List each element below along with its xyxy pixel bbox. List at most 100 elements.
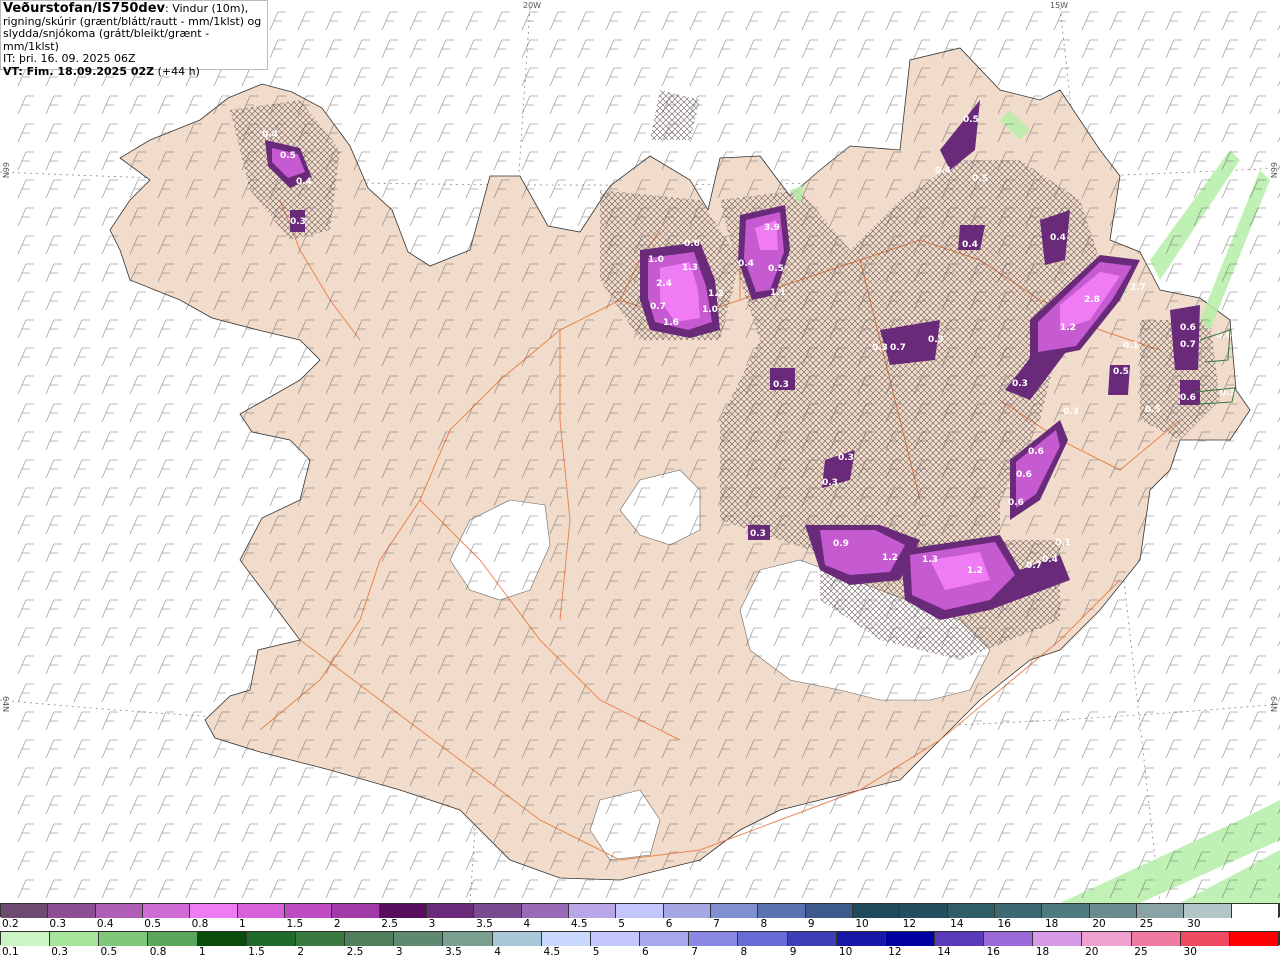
- colorbar-tick-label: 10: [838, 946, 853, 958]
- colorbar-tick-label: 1: [239, 918, 246, 930]
- weather-map: 0.4 0.5 0.4 0.3 1.0 0.6 1.3 2.4 1.2 0.7 1.0 1.6 3.9 0…: [0, 0, 1280, 903]
- precip-value-label: 0.9: [833, 539, 849, 549]
- colorbar-cell: [345, 932, 395, 946]
- precip-value-label: 0.6: [1180, 393, 1196, 403]
- colorbar-tick-label: 18: [1035, 946, 1050, 958]
- colorbar-tick-label: 5: [592, 946, 600, 958]
- precip-value-label: 0.6: [684, 239, 700, 249]
- colorbar-tick-label: 4: [494, 946, 501, 958]
- colorbar-cell: [148, 932, 198, 946]
- colorbar-cell: [99, 932, 149, 946]
- colorbar-cell: [95, 904, 143, 918]
- precip-value-label: 1.3: [922, 555, 938, 565]
- colorbar-tick-label: 20: [1092, 918, 1106, 930]
- precip-value-label: 0.4: [962, 240, 978, 250]
- colorbar-tick-label: 3.5: [445, 946, 462, 958]
- colorbar-tick-label: 0.1: [2, 946, 19, 958]
- lat-label-64n-left: 64N: [1, 696, 10, 713]
- precip-value-label: 0.6: [1016, 470, 1032, 480]
- precip-value-label: 1.6: [663, 318, 679, 328]
- colorbar-tick-label: 8: [740, 946, 748, 958]
- precip-value-label: 2.8: [1084, 295, 1100, 305]
- colorbar-cell: [246, 932, 296, 946]
- precip-value-label: 2.4: [656, 279, 672, 289]
- precip-value-label: 0.3: [838, 453, 854, 463]
- precip-value-label: 1.2: [882, 553, 898, 563]
- rain-colorbar: [0, 931, 1280, 946]
- precip-value-label: 0.7: [890, 343, 906, 353]
- precip-value-label: 0.3: [773, 380, 789, 390]
- colorbar-cell: [900, 904, 948, 918]
- title-line-1: Veðurstofan/IS750dev: Vindur (10m),: [3, 1, 265, 16]
- colorbar-tick-label: 6: [665, 918, 673, 930]
- lat-label-64n-right: 64N: [1269, 696, 1278, 713]
- snow-colorbar: [0, 903, 1280, 918]
- precip-value-label: 0.3: [928, 335, 944, 345]
- lead-time: (+44 h): [154, 64, 200, 78]
- precip-value-label: 0.1: [1055, 538, 1071, 548]
- colorbar-cell: [1136, 904, 1185, 918]
- colorbar-tick-label: 1: [198, 946, 206, 958]
- colorbar-tick-label: 2: [297, 946, 305, 958]
- colorbar-cell: [521, 904, 569, 918]
- precip-value-label: 0.7: [1180, 340, 1196, 350]
- colorbar-tick-label: 1.5: [248, 946, 265, 958]
- colorbar-tick-label: 25: [1134, 946, 1148, 958]
- colorbar-tick-label: 7: [713, 918, 720, 930]
- precip-value-label: 0.4: [1042, 555, 1058, 565]
- lat-label-66n-right: 66N: [1269, 162, 1278, 179]
- title-bold: Veðurstofan/IS750dev: [3, 1, 166, 16]
- colorbar-cell: [836, 932, 886, 946]
- precip-value-label: 3.9: [764, 223, 780, 233]
- precip-value-label: 0.5: [1145, 405, 1161, 415]
- colorbar-tick-label: 4.5: [570, 918, 588, 930]
- colorbar-cell: [474, 904, 522, 918]
- precip-value-label: 1.3: [682, 263, 698, 273]
- colorbar-cell: [443, 932, 493, 946]
- colorbar-tick-label: 3: [395, 946, 403, 958]
- map-title-box: Veðurstofan/IS750dev: Vindur (10m), rign…: [0, 0, 268, 77]
- valid-time-line: VT: Fim. 18.09.2025 02Z (+44 h): [3, 64, 265, 79]
- precip-value-label: 0.5: [280, 151, 296, 161]
- precip-value-label: 0.5: [963, 115, 979, 125]
- colorbar-cell: [1089, 904, 1137, 918]
- colorbar-cell: [590, 932, 641, 946]
- precip-value-label: 2.7: [1130, 283, 1146, 293]
- colorbar-tick-label: 3: [428, 918, 436, 930]
- colorbar-tick-label: 16: [986, 946, 1000, 958]
- colorbar-cell: [50, 932, 100, 946]
- colorbar-tick-label: 10: [855, 918, 869, 930]
- precip-value-label: 1.2: [1060, 323, 1076, 333]
- colorbar-cell: [710, 904, 759, 918]
- title-rest: : Vindur (10m),: [165, 2, 249, 15]
- colorbar-cell: [1131, 932, 1181, 946]
- colorbar-cell: [984, 932, 1034, 946]
- precip-value-label: 0.6: [1180, 323, 1196, 333]
- precip-value-label: 0.3: [750, 529, 766, 539]
- precip-value-label: 0.3: [290, 217, 306, 227]
- colorbar-cell: [738, 932, 788, 946]
- colorbar-cell: [1, 932, 51, 946]
- colorbar-tick-label: 14: [950, 918, 964, 930]
- precip-value-label: 1.0: [702, 305, 718, 315]
- colorbar-cell: [295, 932, 346, 946]
- precip-value-label: 1.0: [648, 255, 664, 265]
- colorbar-cell: [663, 904, 711, 918]
- colorbar-cell: [379, 904, 427, 918]
- precip-value-label: 0.4: [296, 177, 312, 187]
- colorbar-tick-label: 18: [1044, 918, 1059, 930]
- colorbar-cell: [758, 904, 806, 918]
- colorbar-tick-label: 3.5: [476, 918, 493, 930]
- colorbar-cell: [1033, 932, 1083, 946]
- colorbar-tick-label: 0.3: [51, 946, 68, 958]
- colorbar-cell: [805, 904, 853, 918]
- colorbar-cell: [541, 932, 591, 946]
- colorbar-cell: [492, 932, 542, 946]
- colorbar-cell: [190, 904, 238, 918]
- colorbar-tick-label: 0.4: [96, 918, 114, 930]
- colorbar-tick-label: 2.5: [346, 946, 364, 958]
- colorbar-cell: [284, 904, 333, 918]
- rain-colorbar-ticks: 0.1 0.3 0.5 0.8 1 1.5 2 2.5 3 3.5 4 4.5 5 6 7 8 9 10 12 14 1…: [0, 946, 1280, 959]
- colorbar-tick-label: 30: [1183, 946, 1197, 958]
- colorbar-cell: [332, 904, 380, 918]
